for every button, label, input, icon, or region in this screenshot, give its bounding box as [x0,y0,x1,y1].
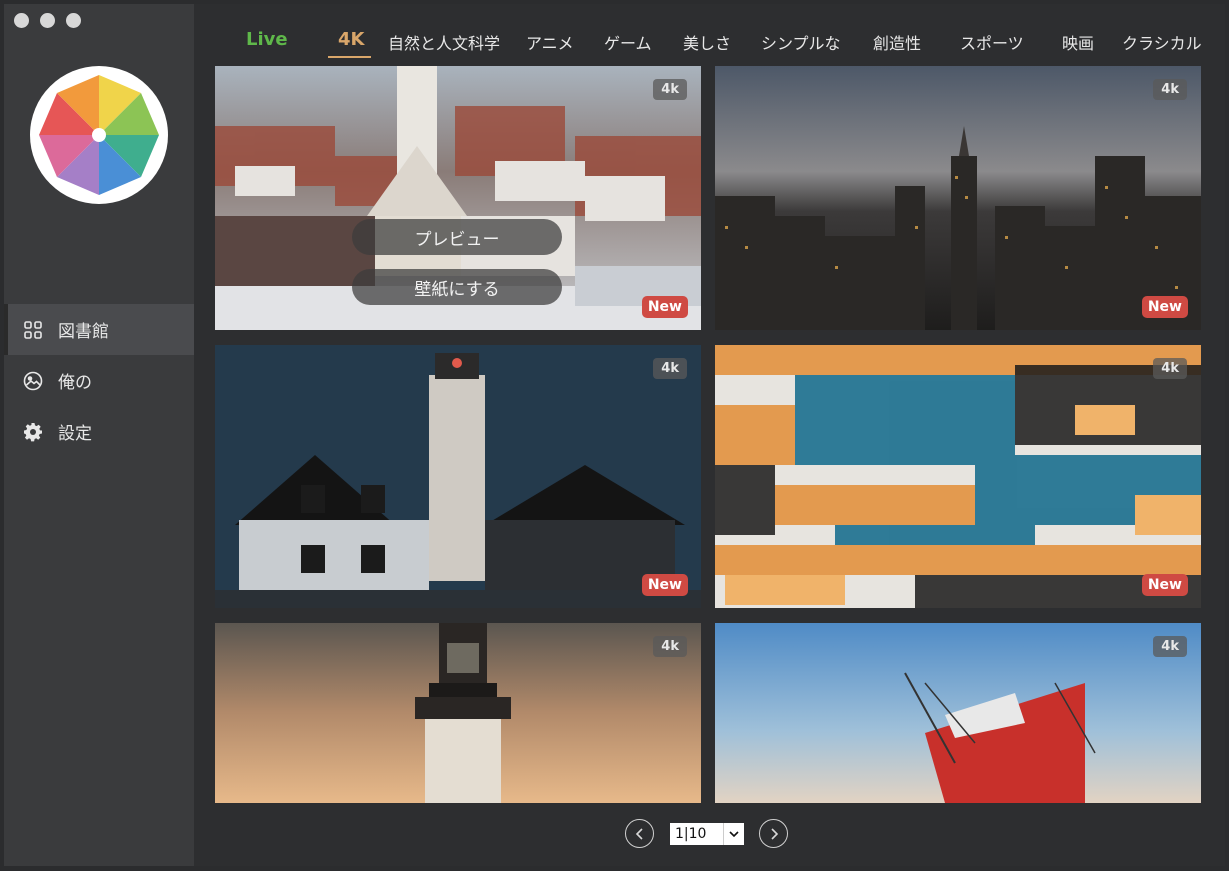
sidebar-item-settings[interactable]: 設定 [4,406,194,457]
tab-nature[interactable]: 自然と人文科学 [388,30,500,54]
tab-live[interactable]: Live [246,29,288,50]
wallpaper-card[interactable]: 4k [215,623,701,803]
minimize-window-button[interactable] [40,13,55,28]
wallpaper-card[interactable]: 4k New [715,345,1201,608]
wallpaper-image [215,623,701,803]
page-select[interactable]: 1|10 [670,822,744,845]
window-controls [14,13,81,28]
tab-anime[interactable]: アニメ [526,30,574,54]
tab-beauty[interactable]: 美しさ [683,30,731,54]
wallpaper-card[interactable]: プレビュー 壁紙にする 4k New [215,66,701,330]
wallpaper-image [715,623,1201,803]
sidebar-nav: 図書館 俺の 設定 [4,304,194,457]
resolution-badge: 4k [1153,636,1187,657]
wallpaper-image [715,345,1201,608]
gear-icon [22,421,44,443]
sidebar-item-mine[interactable]: 俺の [4,355,194,406]
chevron-right-icon [770,827,778,840]
app-logo [30,66,168,204]
wallpaper-image [715,66,1201,330]
next-page-button[interactable] [759,819,788,848]
resolution-badge: 4k [1153,358,1187,379]
wallpaper-card[interactable]: 4k [715,623,1201,803]
new-badge: New [1141,296,1188,318]
resolution-badge: 4k [653,636,687,657]
new-badge: New [641,574,688,596]
active-tab-underline [328,56,371,58]
category-tabs: Live 4K 自然と人文科学 アニメ ゲーム 美しさ シンプルな 創造性 スポ… [194,4,1225,64]
resolution-badge: 4k [653,358,687,379]
resolution-badge: 4k [1153,79,1187,100]
sidebar-item-label: 設定 [58,424,92,444]
grid-icon [22,319,44,341]
sidebar-item-library[interactable]: 図書館 [4,304,194,355]
page-select-value: 1|10 [675,825,707,842]
preview-button[interactable]: プレビュー [352,219,562,255]
tab-game[interactable]: ゲーム [604,30,652,54]
image-icon [22,370,44,392]
resolution-badge: 4k [653,79,687,100]
sidebar-item-label: 図書館 [58,322,109,342]
previous-page-button[interactable] [625,819,654,848]
new-badge: New [1141,574,1188,596]
zoom-window-button[interactable] [66,13,81,28]
wallpaper-card[interactable]: 4k New [215,345,701,608]
tab-4k[interactable]: 4K [338,29,364,50]
tab-simple[interactable]: シンプルな [761,30,841,54]
tab-movies[interactable]: 映画 [1062,30,1094,54]
sidebar: 図書館 俺の 設定 [4,4,194,866]
chevron-left-icon [635,827,643,840]
set-wallpaper-button[interactable]: 壁紙にする [352,269,562,305]
app-window: 図書館 俺の 設定 Live 4K 自然と人文科学 アニメ ゲーム 美しさ シン… [0,0,1229,871]
tab-sports[interactable]: スポーツ [960,30,1024,54]
close-window-button[interactable] [14,13,29,28]
wallpaper-image [215,345,701,608]
pagination: 1|10 [625,819,788,848]
chevron-down-icon [723,822,744,845]
tab-creative[interactable]: 創造性 [873,30,921,54]
new-badge: New [641,296,688,318]
tab-classical[interactable]: クラシカル [1122,30,1202,54]
wallpaper-card[interactable]: 4k New [715,66,1201,330]
main-content: Live 4K 自然と人文科学 アニメ ゲーム 美しさ シンプルな 創造性 スポ… [194,4,1225,866]
sidebar-item-label: 俺の [58,373,92,393]
